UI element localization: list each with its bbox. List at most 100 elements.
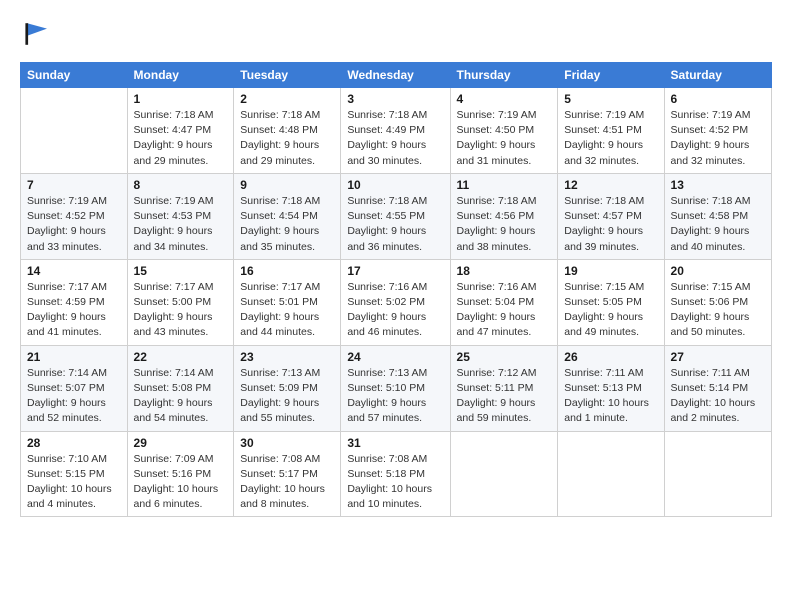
day-info: Sunrise: 7:18 AMSunset: 4:57 PMDaylight:…	[564, 194, 657, 255]
calendar-cell: 8 Sunrise: 7:19 AMSunset: 4:53 PMDaylight…	[127, 173, 234, 259]
logo-icon	[20, 16, 56, 52]
day-info: Sunrise: 7:08 AMSunset: 5:17 PMDaylight:…	[240, 452, 334, 513]
calendar-cell: 1Sunrise: 7:18 AMSunset: 4:47 PMDaylight…	[127, 88, 234, 174]
day-number: 20	[671, 264, 765, 278]
header-cell-thursday: Thursday	[450, 63, 558, 88]
day-number: 16	[240, 264, 334, 278]
day-number: 26	[564, 350, 657, 364]
day-info: Sunrise: 7:16 AMSunset: 5:04 PMDaylight:…	[457, 280, 552, 341]
day-number: 18	[457, 264, 552, 278]
day-number: 31	[347, 436, 443, 450]
day-number: 8	[134, 178, 228, 192]
day-number: 28	[27, 436, 121, 450]
day-info: Sunrise: 7:15 AMSunset: 5:06 PMDaylight:…	[671, 280, 765, 341]
calendar-cell: 25 Sunrise: 7:12 AMSunset: 5:11 PMDayligh…	[450, 345, 558, 431]
day-info: Sunrise: 7:18 AMSunset: 4:55 PMDaylight:…	[347, 194, 443, 255]
day-info: Sunrise: 7:19 AMSunset: 4:50 PMDaylight:…	[457, 108, 552, 169]
calendar-cell: 26 Sunrise: 7:11 AMSunset: 5:13 PMDayligh…	[558, 345, 664, 431]
day-number: 10	[347, 178, 443, 192]
calendar-cell: 17 Sunrise: 7:16 AMSunset: 5:02 PMDayligh…	[341, 259, 450, 345]
day-number: 24	[347, 350, 443, 364]
week-row-3: 14Sunrise: 7:17 AMSunset: 4:59 PMDayligh…	[21, 259, 772, 345]
calendar-cell: 13 Sunrise: 7:18 AMSunset: 4:58 PMDayligh…	[664, 173, 771, 259]
calendar-cell: 23Sunrise: 7:13 AMSunset: 5:09 PMDayligh…	[234, 345, 341, 431]
day-number: 9	[240, 178, 334, 192]
day-number: 21	[27, 350, 121, 364]
day-info: Sunrise: 7:19 AMSunset: 4:52 PMDaylight:…	[671, 108, 765, 169]
calendar-cell: 10 Sunrise: 7:18 AMSunset: 4:55 PMDayligh…	[341, 173, 450, 259]
day-info: Sunrise: 7:14 AMSunset: 5:08 PMDaylight:…	[134, 366, 228, 427]
day-info: Sunrise: 7:17 AMSunset: 4:59 PMDaylight:…	[27, 280, 121, 341]
calendar-cell	[664, 431, 771, 517]
day-info: Sunrise: 7:17 AMSunset: 5:01 PMDaylight:…	[240, 280, 334, 341]
calendar-cell: 18 Sunrise: 7:16 AMSunset: 5:04 PMDayligh…	[450, 259, 558, 345]
header-cell-tuesday: Tuesday	[234, 63, 341, 88]
day-info: Sunrise: 7:18 AMSunset: 4:54 PMDaylight:…	[240, 194, 334, 255]
week-row-5: 28 Sunrise: 7:10 AMSunset: 5:15 PMDayligh…	[21, 431, 772, 517]
week-row-2: 7 Sunrise: 7:19 AMSunset: 4:52 PMDaylight…	[21, 173, 772, 259]
day-info: Sunrise: 7:19 AMSunset: 4:53 PMDaylight:…	[134, 194, 228, 255]
header	[20, 16, 772, 52]
day-info: Sunrise: 7:18 AMSunset: 4:47 PMDaylight:…	[134, 108, 228, 169]
header-cell-wednesday: Wednesday	[341, 63, 450, 88]
day-info: Sunrise: 7:18 AMSunset: 4:49 PMDaylight:…	[347, 108, 443, 169]
calendar-cell: 4 Sunrise: 7:19 AMSunset: 4:50 PMDaylight…	[450, 88, 558, 174]
day-info: Sunrise: 7:08 AMSunset: 5:18 PMDaylight:…	[347, 452, 443, 513]
day-info: Sunrise: 7:13 AMSunset: 5:10 PMDaylight:…	[347, 366, 443, 427]
day-number: 4	[457, 92, 552, 106]
week-row-1: 1Sunrise: 7:18 AMSunset: 4:47 PMDaylight…	[21, 88, 772, 174]
day-info: Sunrise: 7:14 AMSunset: 5:07 PMDaylight:…	[27, 366, 121, 427]
calendar-cell	[21, 88, 128, 174]
day-info: Sunrise: 7:16 AMSunset: 5:02 PMDaylight:…	[347, 280, 443, 341]
day-number: 25	[457, 350, 552, 364]
calendar-cell: 2Sunrise: 7:18 AMSunset: 4:48 PMDaylight…	[234, 88, 341, 174]
calendar-cell: 22 Sunrise: 7:14 AMSunset: 5:08 PMDayligh…	[127, 345, 234, 431]
page: SundayMondayTuesdayWednesdayThursdayFrid…	[0, 0, 792, 612]
day-number: 13	[671, 178, 765, 192]
day-number: 30	[240, 436, 334, 450]
calendar-cell: 20 Sunrise: 7:15 AMSunset: 5:06 PMDayligh…	[664, 259, 771, 345]
calendar-cell: 30 Sunrise: 7:08 AMSunset: 5:17 PMDayligh…	[234, 431, 341, 517]
day-info: Sunrise: 7:17 AMSunset: 5:00 PMDaylight:…	[134, 280, 228, 341]
calendar-cell: 9 Sunrise: 7:18 AMSunset: 4:54 PMDaylight…	[234, 173, 341, 259]
calendar-cell: 14Sunrise: 7:17 AMSunset: 4:59 PMDayligh…	[21, 259, 128, 345]
calendar-cell	[558, 431, 664, 517]
day-number: 23	[240, 350, 334, 364]
day-number: 5	[564, 92, 657, 106]
calendar-table: SundayMondayTuesdayWednesdayThursdayFrid…	[20, 62, 772, 517]
calendar-cell: 16 Sunrise: 7:17 AMSunset: 5:01 PMDayligh…	[234, 259, 341, 345]
calendar-cell: 28 Sunrise: 7:10 AMSunset: 5:15 PMDayligh…	[21, 431, 128, 517]
day-info: Sunrise: 7:18 AMSunset: 4:58 PMDaylight:…	[671, 194, 765, 255]
day-info: Sunrise: 7:10 AMSunset: 5:15 PMDaylight:…	[27, 452, 121, 513]
calendar-cell: 6 Sunrise: 7:19 AMSunset: 4:52 PMDaylight…	[664, 88, 771, 174]
day-number: 7	[27, 178, 121, 192]
calendar-cell: 19Sunrise: 7:15 AMSunset: 5:05 PMDayligh…	[558, 259, 664, 345]
day-number: 22	[134, 350, 228, 364]
day-number: 6	[671, 92, 765, 106]
week-row-4: 21 Sunrise: 7:14 AMSunset: 5:07 PMDayligh…	[21, 345, 772, 431]
calendar-cell: 31 Sunrise: 7:08 AMSunset: 5:18 PMDayligh…	[341, 431, 450, 517]
calendar-cell: 21 Sunrise: 7:14 AMSunset: 5:07 PMDayligh…	[21, 345, 128, 431]
header-cell-monday: Monday	[127, 63, 234, 88]
calendar-cell	[450, 431, 558, 517]
calendar-cell: 15 Sunrise: 7:17 AMSunset: 5:00 PMDayligh…	[127, 259, 234, 345]
day-number: 17	[347, 264, 443, 278]
calendar-cell: 7 Sunrise: 7:19 AMSunset: 4:52 PMDaylight…	[21, 173, 128, 259]
day-info: Sunrise: 7:19 AMSunset: 4:52 PMDaylight:…	[27, 194, 121, 255]
day-info: Sunrise: 7:19 AMSunset: 4:51 PMDaylight:…	[564, 108, 657, 169]
day-info: Sunrise: 7:12 AMSunset: 5:11 PMDaylight:…	[457, 366, 552, 427]
day-number: 19	[564, 264, 657, 278]
day-number: 3	[347, 92, 443, 106]
header-cell-sunday: Sunday	[21, 63, 128, 88]
header-row: SundayMondayTuesdayWednesdayThursdayFrid…	[21, 63, 772, 88]
day-info: Sunrise: 7:11 AMSunset: 5:13 PMDaylight:…	[564, 366, 657, 427]
calendar-cell: 5 Sunrise: 7:19 AMSunset: 4:51 PMDaylight…	[558, 88, 664, 174]
header-cell-saturday: Saturday	[664, 63, 771, 88]
day-number: 12	[564, 178, 657, 192]
day-info: Sunrise: 7:18 AMSunset: 4:56 PMDaylight:…	[457, 194, 552, 255]
day-number: 15	[134, 264, 228, 278]
calendar-cell: 27Sunrise: 7:11 AMSunset: 5:14 PMDayligh…	[664, 345, 771, 431]
day-info: Sunrise: 7:18 AMSunset: 4:48 PMDaylight:…	[240, 108, 334, 169]
calendar-cell: 3 Sunrise: 7:18 AMSunset: 4:49 PMDaylight…	[341, 88, 450, 174]
logo	[20, 16, 60, 52]
